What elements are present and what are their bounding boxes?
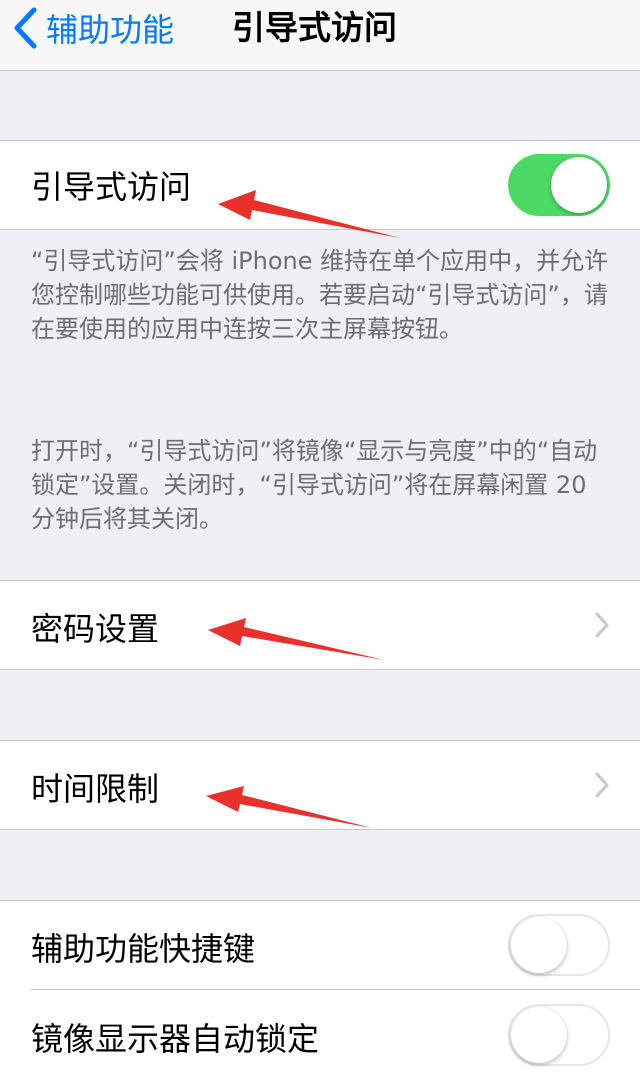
chevron-right-icon <box>595 772 609 798</box>
time-limits-label: 时间限制 <box>31 770 160 808</box>
accessibility-shortcut-toggle[interactable] <box>508 914 610 976</box>
chevron-right-icon <box>595 612 609 638</box>
guided-access-row: 引导式访问 <box>0 140 640 230</box>
divider <box>0 740 640 741</box>
divider <box>0 140 640 141</box>
back-button[interactable]: 辅助功能 <box>12 4 174 52</box>
toggle-knob <box>551 157 607 213</box>
back-button-label: 辅助功能 <box>46 11 175 49</box>
mirror-auto-lock-toggle[interactable] <box>508 1004 610 1066</box>
passcode-settings-label: 密码设置 <box>31 610 160 648</box>
passcode-settings-row[interactable]: 密码设置 <box>0 580 640 670</box>
time-limits-row[interactable]: 时间限制 <box>0 740 640 830</box>
divider <box>0 829 640 830</box>
navigation-bar: 辅助功能 引导式访问 <box>0 0 640 71</box>
toggle-knob <box>511 1007 567 1063</box>
guided-access-toggle[interactable] <box>508 154 610 216</box>
mirror-auto-lock-label: 镜像显示器自动锁定 <box>31 1020 320 1058</box>
divider <box>0 229 640 230</box>
toggle-knob <box>511 917 567 973</box>
guided-access-description: “引导式访问”会将 iPhone 维持在单个应用中，并允许您控制哪些功能可供使用… <box>31 247 609 343</box>
auto-lock-description: 打开时，“引导式访问”将镜像“显示与亮度”中的“自动锁定”设置。关闭时，“引导式… <box>31 437 598 533</box>
divider <box>0 900 640 901</box>
page-title: 引导式访问 <box>232 8 397 47</box>
chevron-left-icon <box>14 7 37 49</box>
mirror-auto-lock-row: 镜像显示器自动锁定 <box>0 990 640 1078</box>
accessibility-shortcut-label: 辅助功能快捷键 <box>31 930 256 968</box>
guided-access-label: 引导式访问 <box>31 168 192 206</box>
divider <box>0 669 640 670</box>
accessibility-shortcut-row: 辅助功能快捷键 <box>0 900 640 990</box>
divider <box>0 580 640 581</box>
